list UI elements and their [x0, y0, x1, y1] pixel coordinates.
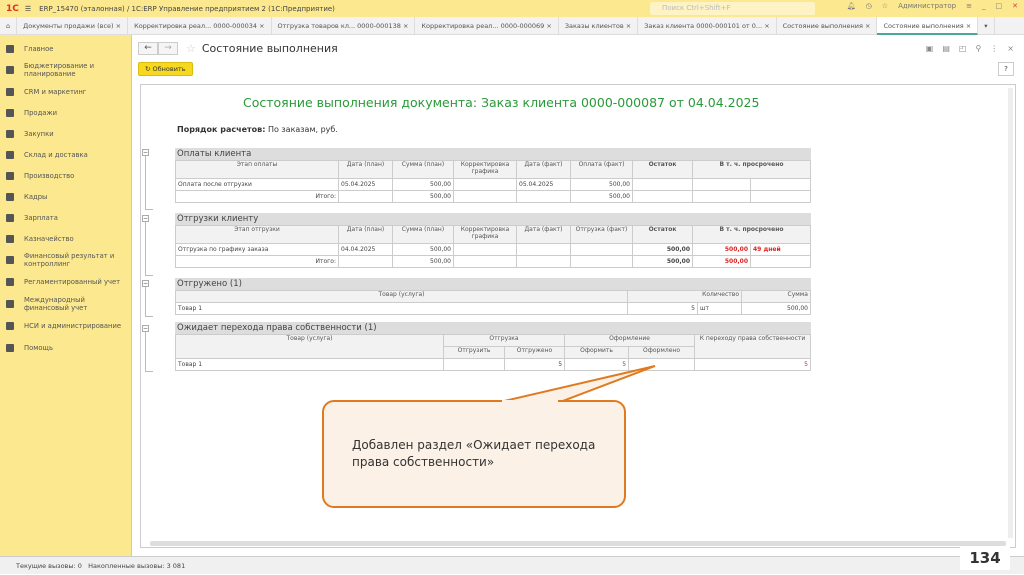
- current-calls: Текущие вызовы: 0: [16, 562, 82, 570]
- accumulated-calls: Накопленные вызовы: 3 081: [88, 562, 186, 570]
- status-bar: Текущие вызовы: 0 Накопленные вызовы: 3 …: [0, 556, 1024, 574]
- slide-number: 134: [960, 546, 1010, 570]
- callout-pointer-cover: [502, 400, 558, 404]
